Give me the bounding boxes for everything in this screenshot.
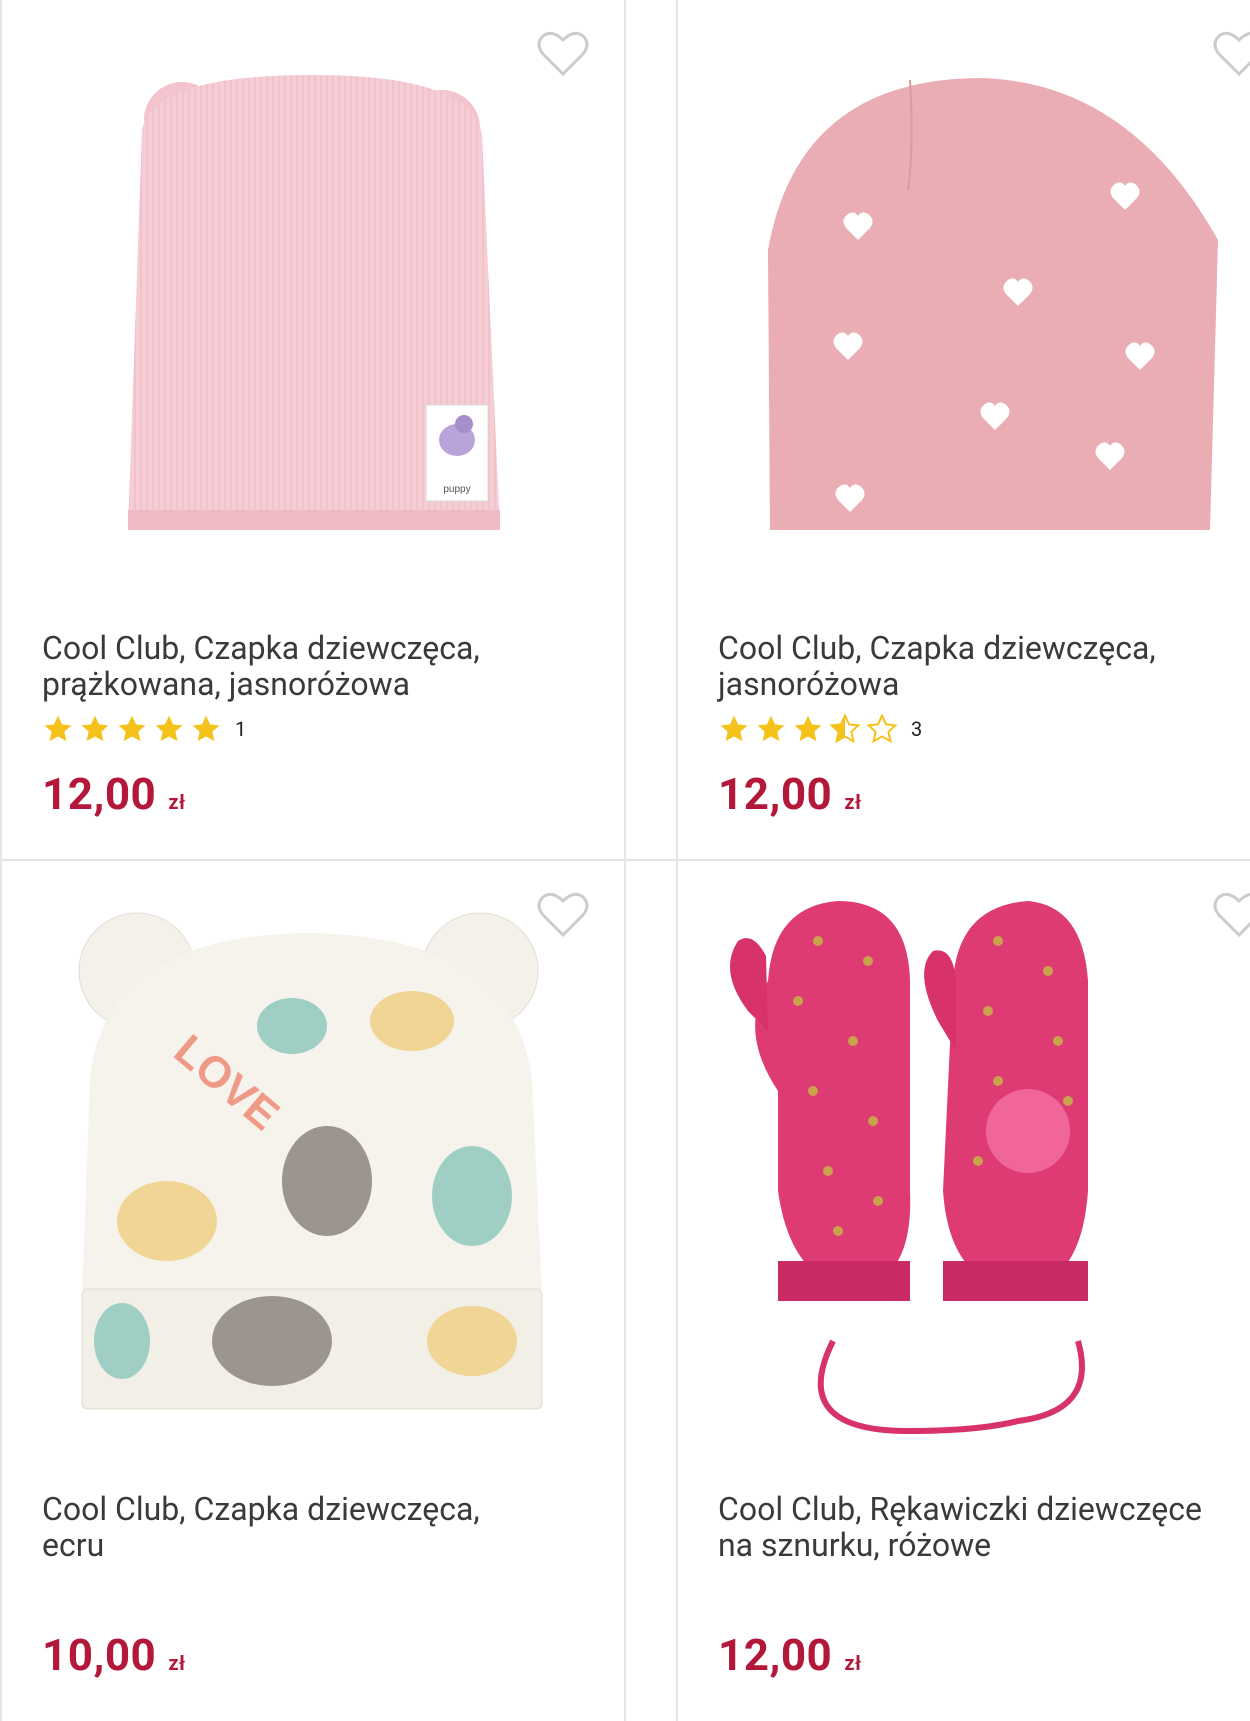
svg-text:puppy: puppy bbox=[443, 484, 470, 495]
product-card[interactable]: Cool Club, Rękawiczki dziewczęce na sznu… bbox=[678, 861, 1250, 1721]
wishlist-heart-icon[interactable] bbox=[537, 891, 589, 939]
product-title[interactable]: Cool Club, Czapka dziewczęca, prążkowana… bbox=[42, 630, 624, 702]
star-filled-icon bbox=[118, 715, 146, 742]
wishlist-heart-icon[interactable] bbox=[537, 30, 589, 78]
star-filled-icon bbox=[44, 715, 72, 742]
review-count: 3 bbox=[911, 717, 923, 741]
product-title-line2: ecru bbox=[42, 1526, 105, 1564]
price-value: 12,00 bbox=[42, 768, 157, 820]
product-price: 12,00 zł bbox=[718, 1629, 862, 1681]
product-title[interactable]: Cool Club, Czapka dziewczęca, jasnoróżow… bbox=[718, 630, 1250, 702]
price-value: 10,00 bbox=[42, 1629, 157, 1681]
product-image[interactable]: LOVE bbox=[2, 861, 624, 1441]
product-rating: 3 bbox=[718, 712, 922, 746]
wishlist-heart-icon[interactable] bbox=[1213, 891, 1250, 939]
wishlist-heart-icon[interactable] bbox=[1213, 30, 1250, 78]
price-currency: zł bbox=[168, 1651, 186, 1675]
price-currency: zł bbox=[168, 790, 186, 814]
price-currency: zł bbox=[844, 1651, 862, 1675]
price-value: 12,00 bbox=[718, 768, 833, 820]
star-filled-icon bbox=[155, 715, 183, 742]
star-filled-icon bbox=[192, 715, 220, 742]
product-title[interactable]: Cool Club, Czapka dziewczęca, ecru bbox=[42, 1491, 624, 1563]
product-title-line2: jasnoróżowa bbox=[718, 665, 900, 703]
product-card[interactable]: Cool Club, Czapka dziewczęca, jasnoróżow… bbox=[678, 0, 1250, 859]
product-title-line1: Cool Club, Czapka dziewczęca, bbox=[718, 629, 1156, 667]
price-currency: zł bbox=[844, 790, 862, 814]
product-price: 10,00 zł bbox=[42, 1629, 186, 1681]
star-filled-icon bbox=[720, 715, 748, 742]
product-image[interactable]: puppy bbox=[2, 0, 624, 580]
star-filled-icon bbox=[81, 715, 109, 742]
product-card[interactable]: puppy Cool Club, Czapka dziewczęca, prąż… bbox=[2, 0, 624, 859]
star-filled-icon bbox=[757, 715, 785, 742]
price-value: 12,00 bbox=[718, 1629, 833, 1681]
product-image[interactable] bbox=[678, 0, 1250, 580]
product-card[interactable]: LOVE Cool Club, Czapka dziewczęca, ecru … bbox=[2, 861, 624, 1721]
product-title-line1: Cool Club, Czapka dziewczęca, bbox=[42, 1490, 480, 1528]
product-title-line2: prążkowana, jasnoróżowa bbox=[42, 665, 411, 703]
product-title[interactable]: Cool Club, Rękawiczki dziewczęce na sznu… bbox=[718, 1491, 1250, 1563]
product-title-line2: na sznurku, różowe bbox=[718, 1526, 992, 1564]
star-half-icon bbox=[829, 713, 861, 744]
review-count: 1 bbox=[235, 717, 247, 741]
product-rating: 1 bbox=[42, 712, 246, 746]
product-image[interactable] bbox=[678, 861, 1250, 1441]
star-empty-icon bbox=[866, 713, 898, 744]
product-price: 12,00 zł bbox=[718, 768, 862, 820]
product-title-line1: Cool Club, Czapka dziewczęca, bbox=[42, 629, 480, 667]
star-filled-icon bbox=[794, 715, 822, 742]
product-title-line1: Cool Club, Rękawiczki dziewczęce bbox=[718, 1490, 1202, 1528]
product-price: 12,00 zł bbox=[42, 768, 186, 820]
